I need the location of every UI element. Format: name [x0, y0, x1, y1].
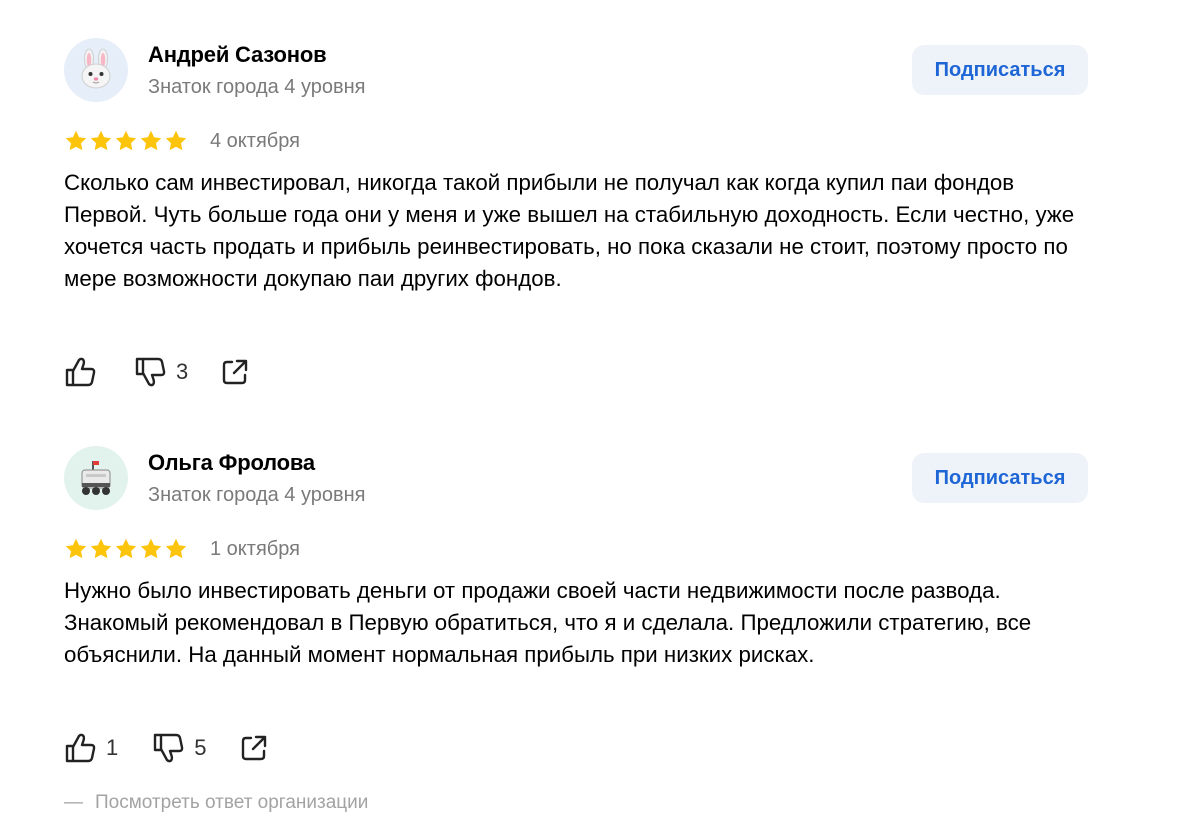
author-level: Знаток города 4 уровня: [148, 76, 366, 98]
dislike-button[interactable]: 5: [152, 732, 207, 764]
avatar[interactable]: [64, 38, 128, 102]
share-button[interactable]: [220, 356, 250, 388]
star-icon: [65, 130, 87, 151]
star-icon: [90, 130, 112, 151]
subscribe-button[interactable]: Подписаться: [912, 45, 1088, 95]
share-button[interactable]: [239, 732, 269, 764]
star-icon: [165, 538, 187, 559]
star-icon: [140, 538, 162, 559]
bunny-face-icon: [81, 48, 111, 89]
dislike-count: 5: [194, 735, 207, 760]
review-date: 4 октября: [210, 129, 300, 152]
like-button[interactable]: 1: [64, 732, 118, 764]
avatar[interactable]: [64, 446, 128, 510]
author-name[interactable]: Андрей Сазонов: [148, 42, 327, 68]
star-icon: [165, 130, 187, 151]
like-count: 1: [106, 735, 119, 760]
org-answer-label: Посмотреть ответ организации: [95, 792, 369, 813]
rating-row: 4 октября: [64, 128, 300, 154]
star-icon: [90, 538, 112, 559]
star-rating: [64, 129, 188, 153]
review-text: Нужно было инвестировать деньги от прода…: [64, 578, 1032, 667]
thumbs-up-icon: [65, 733, 96, 763]
rating-row: 1 октября: [64, 536, 300, 562]
like-button[interactable]: [64, 356, 98, 388]
star-icon: [115, 130, 137, 151]
star-icon: [115, 538, 137, 559]
thumbs-up-icon: [65, 357, 96, 387]
thumbs-down-icon: [135, 357, 166, 387]
share-icon: [241, 735, 266, 761]
review-actions: 3: [64, 356, 250, 388]
delivery-robot-icon: [81, 461, 111, 495]
dislike-count: 3: [176, 359, 189, 384]
star-icon: [140, 130, 162, 151]
review-date: 1 октября: [210, 537, 300, 560]
author-level: Знаток города 4 уровня: [148, 484, 366, 506]
star-rating: [64, 537, 188, 561]
dash: —: [64, 792, 83, 813]
share-icon: [223, 359, 248, 385]
thumbs-down-icon: [154, 733, 184, 763]
star-icon: [65, 538, 87, 559]
author-name[interactable]: Ольга Фролова: [148, 450, 315, 476]
review-actions: 1 5: [64, 732, 269, 764]
view-org-answer-link[interactable]: — Посмотреть ответ организации: [64, 792, 368, 814]
review-text: Сколько сам инвестировал, никогда такой …: [64, 170, 1075, 291]
subscribe-button[interactable]: Подписаться: [912, 453, 1088, 503]
dislike-button[interactable]: 3: [134, 356, 188, 388]
